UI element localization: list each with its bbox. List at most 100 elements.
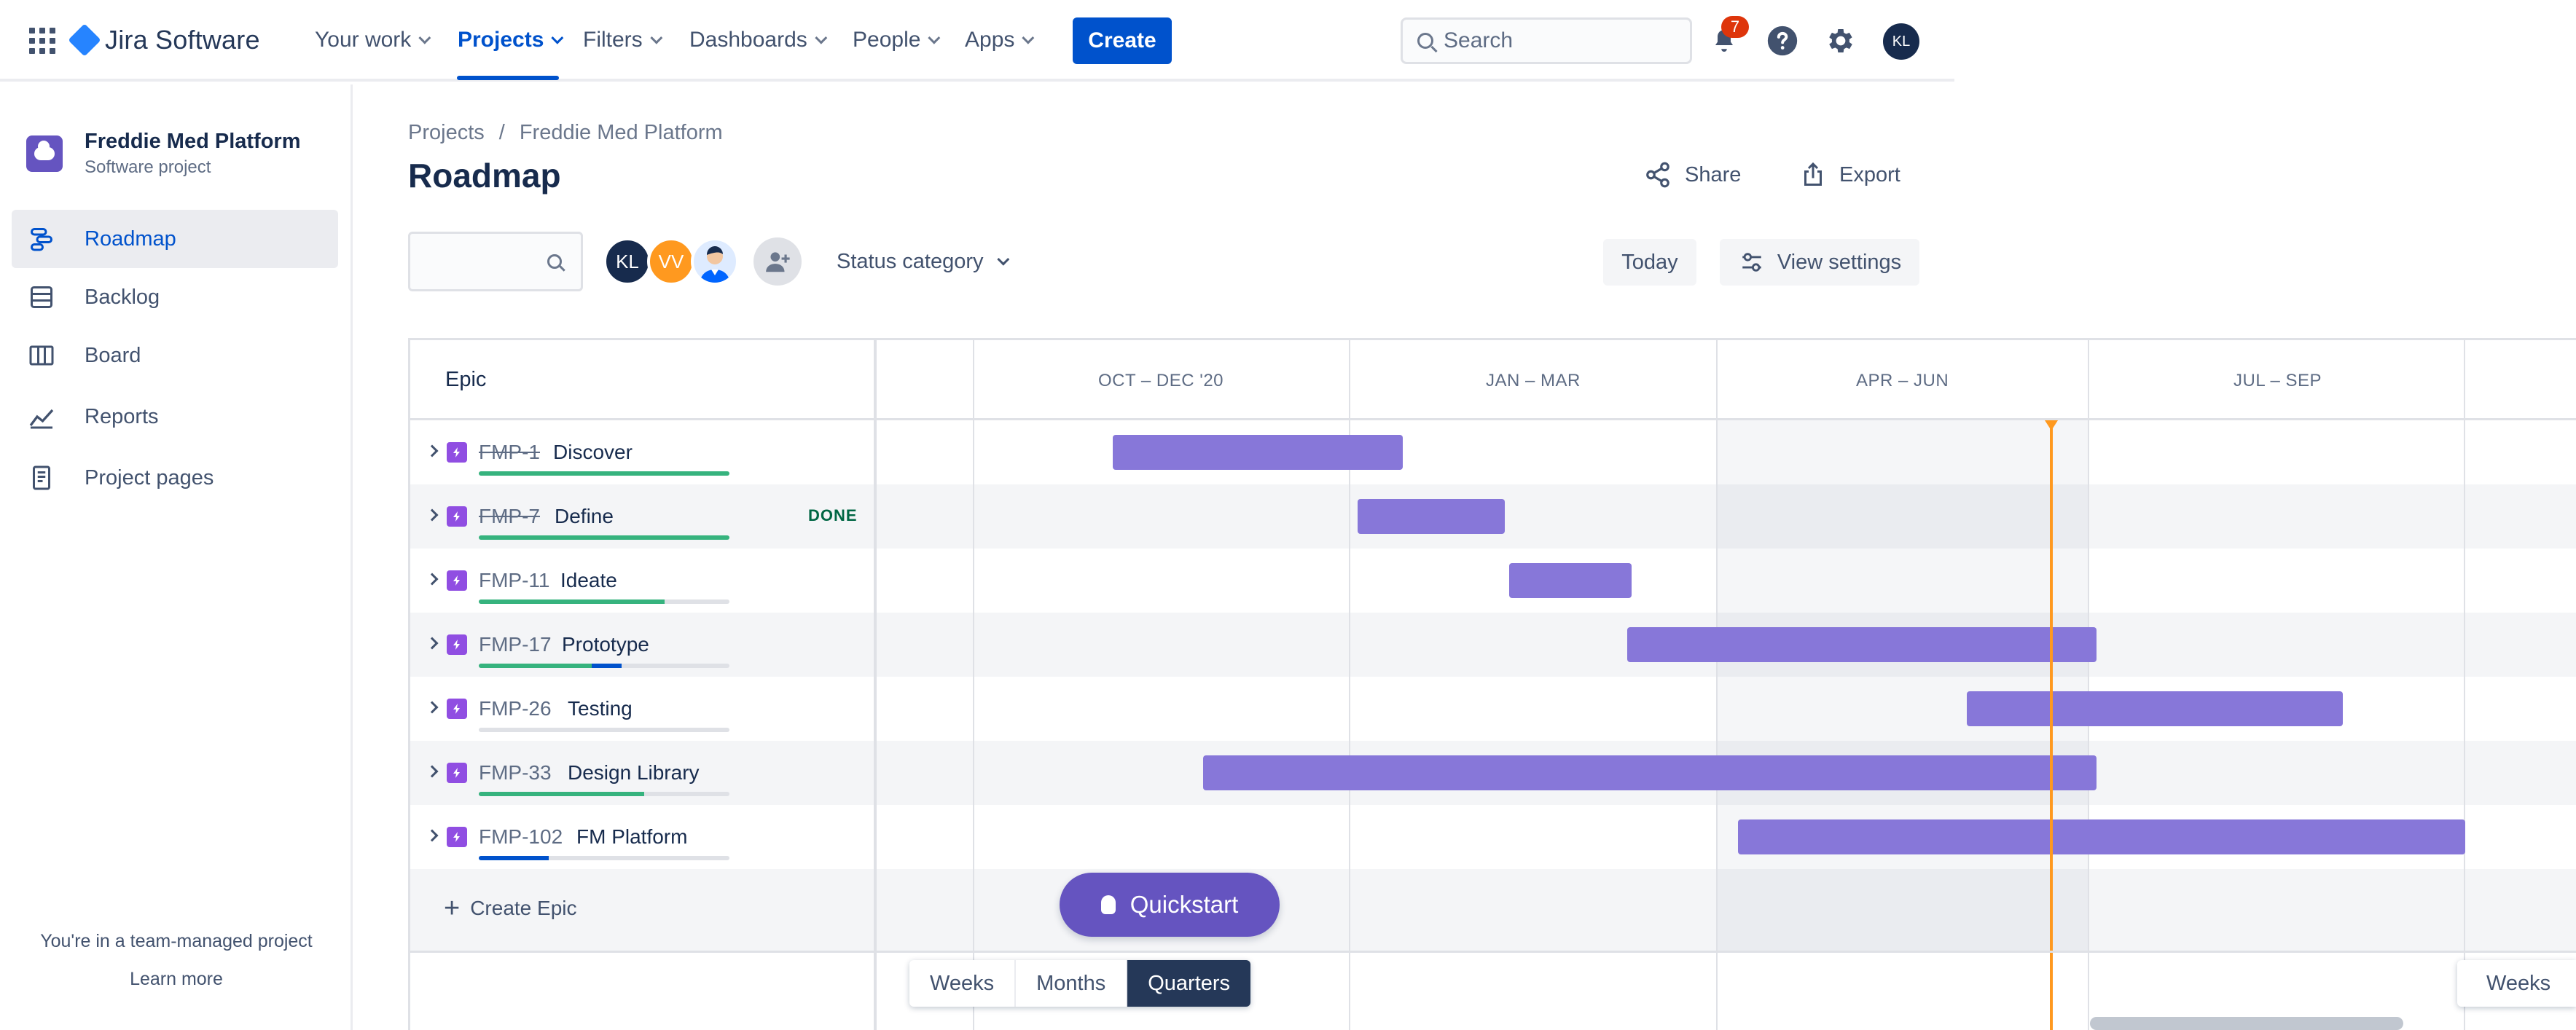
expand-chevron-icon[interactable] (423, 634, 441, 652)
assignee-avatar-vv[interactable]: VV (647, 237, 695, 286)
epic-progress-bar (479, 535, 729, 540)
sidebar-item-reports[interactable]: Reports (12, 388, 338, 446)
epic-name[interactable]: FM Platform (576, 825, 687, 849)
timeline-divider (1716, 340, 1718, 420)
assignee-avatar-kl[interactable]: KL (603, 237, 651, 286)
chevron-down-icon (815, 31, 828, 44)
zoom-quarters[interactable]: Quarters (1127, 960, 1251, 1007)
epic-name[interactable]: Prototype (562, 633, 649, 656)
epic-key[interactable]: FMP-7 (479, 505, 540, 528)
epic-name[interactable]: Design Library (568, 761, 700, 785)
status-category-dropdown[interactable]: Status category (837, 243, 1009, 280)
plus-icon: + (444, 893, 461, 924)
epic-name[interactable]: Define (555, 505, 614, 528)
nav-projects[interactable]: Projects (458, 22, 564, 58)
epic-timeline-bar[interactable] (1509, 563, 1632, 598)
epic-row[interactable]: FMP-17 Prototype (410, 613, 874, 677)
epic-timeline-bar[interactable] (1113, 435, 1403, 470)
user-avatar[interactable]: KL (1883, 23, 1919, 60)
epic-name[interactable]: Discover (553, 441, 633, 464)
epic-progress-bar (479, 664, 729, 668)
add-people-button[interactable] (753, 237, 802, 286)
epic-timeline-bar[interactable] (1203, 755, 2097, 790)
today-marker-arrow (2045, 420, 2058, 431)
epic-row[interactable]: FMP-102 FM Platform (410, 805, 874, 869)
epic-name[interactable]: Ideate (560, 569, 617, 592)
nav-your-work[interactable]: Your work (315, 22, 431, 58)
share-label: Share (1685, 162, 1742, 186)
chevron-down-icon (1022, 31, 1035, 44)
epic-name[interactable]: Testing (568, 697, 633, 720)
global-search-input[interactable]: Search (1401, 17, 1692, 64)
create-epic-button[interactable]: + Create Epic (444, 894, 577, 923)
jira-logo[interactable]: Jira Software (68, 22, 260, 58)
breadcrumb-projects[interactable]: Projects (408, 121, 485, 145)
epic-lightning-icon (447, 506, 467, 527)
epic-timeline-bar[interactable] (1967, 691, 2343, 726)
epic-row[interactable]: FMP-33 Design Library (410, 741, 874, 805)
epic-key[interactable]: FMP-26 (479, 697, 552, 720)
epic-key[interactable]: FMP-33 (479, 761, 552, 785)
nav-label: Apps (965, 28, 1015, 52)
epic-key[interactable]: FMP-17 (479, 633, 552, 656)
horizontal-scrollbar[interactable] (2090, 1017, 2403, 1030)
expand-chevron-icon[interactable] (423, 827, 441, 844)
expand-chevron-icon[interactable] (423, 763, 441, 780)
status-category-label: Status category (837, 249, 984, 273)
epic-timeline-bar[interactable] (1627, 627, 2097, 662)
lightbulb-icon (1100, 895, 1116, 914)
sidebar-item-board[interactable]: Board (12, 326, 338, 385)
help-button[interactable] (1763, 22, 1801, 60)
sidebar-item-label: Roadmap (85, 227, 176, 251)
epic-progress-bar (479, 471, 729, 476)
expand-chevron-icon[interactable] (423, 570, 441, 588)
zoom-weeks-right[interactable]: Weeks (2457, 960, 2576, 1007)
epic-key[interactable]: FMP-11 (479, 569, 550, 592)
epic-progress-bar (479, 728, 729, 732)
settings-button[interactable] (1822, 22, 1860, 60)
project-name[interactable]: Freddie Med Platform (85, 130, 301, 154)
sidebar-item-project-pages[interactable]: Project pages (12, 449, 338, 507)
project-sidebar: Freddie Med Platform Software project Ro… (0, 84, 353, 1030)
epic-lightning-icon (447, 827, 467, 847)
progress-done-fill (479, 471, 729, 476)
sidebar-item-roadmap[interactable]: Roadmap (12, 210, 338, 268)
epic-timeline-bar[interactable] (1738, 819, 2465, 854)
zoom-weeks[interactable]: Weeks (909, 960, 1017, 1007)
epic-row[interactable]: FMP-7 Define DONE (410, 484, 874, 549)
nav-dashboards[interactable]: Dashboards (689, 22, 828, 58)
nav-people[interactable]: People (853, 22, 941, 58)
nav-apps[interactable]: Apps (965, 22, 1035, 58)
app-switcher-icon[interactable] (29, 28, 55, 54)
help-icon (1767, 25, 1798, 56)
epic-row[interactable]: FMP-1 Discover (410, 420, 874, 484)
zoom-months[interactable]: Months (1016, 960, 1128, 1007)
breadcrumb-project[interactable]: Freddie Med Platform (520, 121, 723, 145)
today-button[interactable]: Today (1603, 239, 1696, 286)
view-settings-label: View settings (1777, 250, 1902, 274)
view-settings-button[interactable]: View settings (1720, 239, 1919, 286)
timeline-divider (973, 340, 974, 420)
epic-key[interactable]: FMP-102 (479, 825, 563, 849)
export-button[interactable]: Export (1800, 154, 1900, 195)
share-button[interactable]: Share (1644, 154, 1741, 195)
nav-filters[interactable]: Filters (583, 22, 662, 58)
nav-label: Filters (583, 28, 643, 52)
gear-icon (1829, 29, 1852, 52)
epic-key[interactable]: FMP-1 (479, 441, 540, 464)
epic-row[interactable]: FMP-11 Ideate (410, 549, 874, 613)
learn-more-link[interactable]: Learn more (0, 969, 353, 990)
epic-progress-bar (479, 856, 729, 860)
epic-timeline-bar[interactable] (1358, 499, 1505, 534)
quickstart-button[interactable]: Quickstart (1060, 873, 1280, 937)
roadmap-search-input[interactable] (408, 232, 583, 291)
product-name: Jira Software (105, 25, 260, 55)
sidebar-item-backlog[interactable]: Backlog (12, 268, 338, 326)
assignee-avatar-photo[interactable] (691, 237, 739, 286)
expand-chevron-icon[interactable] (423, 506, 441, 524)
search-icon (1417, 33, 1433, 49)
expand-chevron-icon[interactable] (423, 699, 441, 716)
expand-chevron-icon[interactable] (423, 442, 441, 460)
epic-row[interactable]: FMP-26 Testing (410, 677, 874, 741)
create-button[interactable]: Create (1073, 17, 1172, 64)
